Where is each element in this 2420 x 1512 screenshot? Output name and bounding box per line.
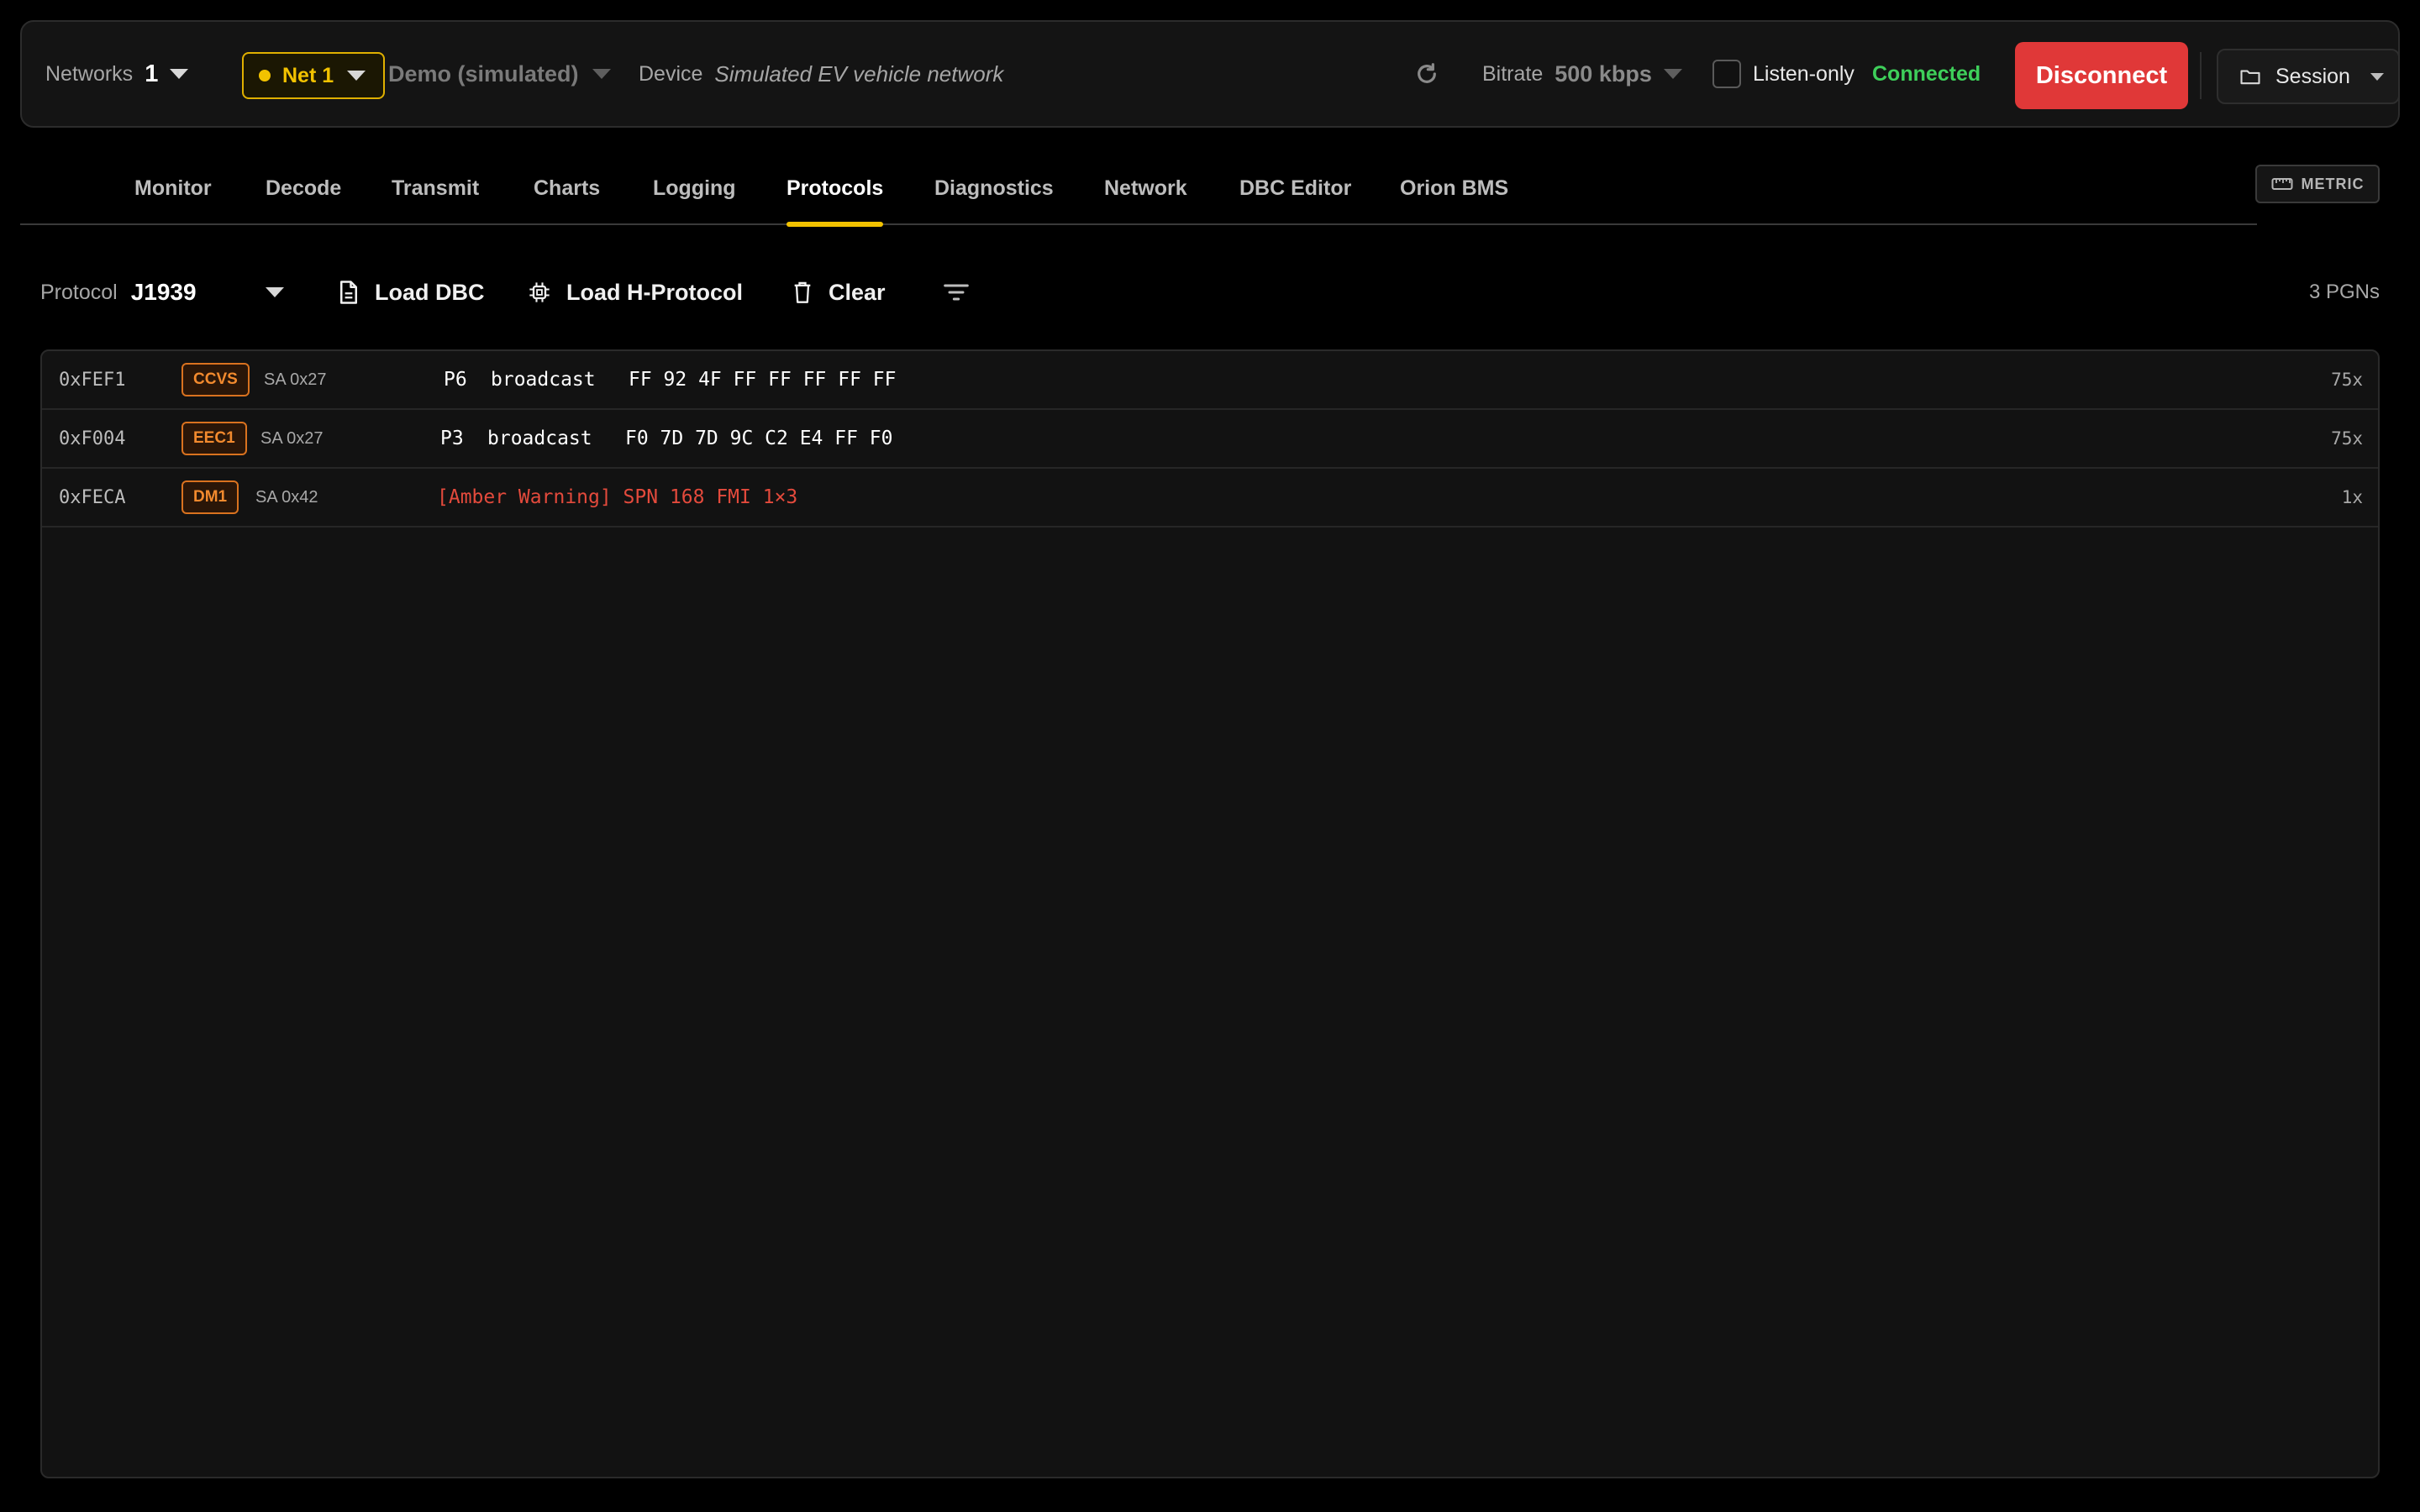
chevron-down-icon xyxy=(170,69,189,79)
unit-toggle-button[interactable]: METRIC xyxy=(2255,165,2380,203)
bitrate-value: 500 kbps xyxy=(1555,60,1652,87)
app-root: Networks 1 Net 1 Demo (simulated) Device… xyxy=(0,0,2420,1512)
pgn-name-badge: EEC1 xyxy=(182,410,247,467)
source-address: SA 0x27 xyxy=(260,428,324,448)
mode-selector[interactable]: Demo (simulated) xyxy=(388,22,611,126)
table-row[interactable]: 0xFEF1 CCVS SA 0x27 P6 broadcast FF 92 4… xyxy=(42,351,2378,410)
trash-icon xyxy=(794,281,811,303)
clear-label: Clear xyxy=(829,279,886,305)
table-row[interactable]: 0xFECA DM1 SA 0x42 [Amber Warning] SPN 1… xyxy=(42,469,2378,528)
pgn-id: 0xF004 xyxy=(59,428,126,449)
connection-toolbar: Networks 1 Net 1 Demo (simulated) Device… xyxy=(20,20,2400,128)
destination: broadcast xyxy=(487,428,592,449)
device-value: Simulated EV vehicle network xyxy=(714,60,1004,87)
connection-status: Connected xyxy=(1872,22,1981,126)
folder-icon xyxy=(2240,70,2260,85)
metric-label: METRIC xyxy=(2301,175,2365,192)
status-text: Connected xyxy=(1872,61,1981,86)
load-dbc-button[interactable]: Load DBC xyxy=(338,269,485,316)
mode-label: Demo (simulated) xyxy=(388,60,579,87)
pgn-count-label: 3 PGNs xyxy=(2308,281,2380,303)
tab-monitor[interactable]: Monitor xyxy=(134,151,212,225)
tab-transmit[interactable]: Transmit xyxy=(392,151,479,225)
main-tabs: Monitor Decode Transmit Charts Logging P… xyxy=(20,151,2257,227)
net-label: Net 1 xyxy=(282,63,334,87)
pgn-name-badge: CCVS xyxy=(182,351,250,408)
protocol-selector[interactable]: Protocol J1939 xyxy=(40,269,284,316)
networks-selector[interactable]: Networks 1 xyxy=(45,22,189,126)
net-selector[interactable]: Net 1 xyxy=(242,52,385,99)
pgn-count: 3 PGNs xyxy=(2269,269,2380,316)
chevron-down-icon xyxy=(265,287,284,297)
session-label: Session xyxy=(2275,64,2350,88)
tab-dbc-editor[interactable]: DBC Editor xyxy=(1239,151,1351,225)
load-hprotocol-button[interactable]: Load H-Protocol xyxy=(528,269,743,316)
tab-charts[interactable]: Charts xyxy=(534,151,600,225)
load-hprotocol-label: Load H-Protocol xyxy=(566,279,743,305)
data-bytes: FF 92 4F FF FF FF FF FF xyxy=(629,369,897,391)
dtc-warning: [Amber Warning] SPN 168 FMI 1×3 xyxy=(437,486,798,508)
pgn-name-label: CCVS xyxy=(182,363,250,396)
disconnect-button[interactable]: Disconnect xyxy=(2015,42,2188,109)
tab-logging[interactable]: Logging xyxy=(653,151,736,225)
tab-diagnostics[interactable]: Diagnostics xyxy=(934,151,1054,225)
chevron-down-icon xyxy=(347,71,366,81)
document-icon xyxy=(340,281,357,304)
message-count: 1x xyxy=(2341,487,2363,507)
filter-icon xyxy=(944,284,969,301)
refresh-button[interactable] xyxy=(1413,22,1440,126)
networks-label: Networks xyxy=(45,61,134,86)
protocol-value: J1939 xyxy=(130,279,197,305)
filter-button[interactable] xyxy=(943,269,970,316)
message-count: 75x xyxy=(2331,428,2363,449)
listen-only-label: Listen-only xyxy=(1753,61,1854,86)
source-address: SA 0x27 xyxy=(264,370,327,389)
chevron-down-icon xyxy=(1663,69,1682,79)
pgn-id: 0xFEF1 xyxy=(59,369,126,391)
tab-network[interactable]: Network xyxy=(1104,151,1187,225)
session-button[interactable]: Session xyxy=(2217,49,2400,104)
tab-orion-bms[interactable]: Orion BMS xyxy=(1400,151,1508,225)
pgn-name-label: DM1 xyxy=(182,480,239,514)
table-row[interactable]: 0xF004 EEC1 SA 0x27 P3 broadcast F0 7D 7… xyxy=(42,410,2378,469)
tab-protocols[interactable]: Protocols xyxy=(786,151,884,227)
load-dbc-label: Load DBC xyxy=(375,279,485,305)
refresh-icon xyxy=(1418,63,1436,83)
message-count: 75x xyxy=(2331,370,2363,390)
pgn-id: 0xFECA xyxy=(59,486,126,508)
device-info: Device Simulated EV vehicle network xyxy=(639,22,1003,126)
bitrate-selector[interactable]: Bitrate 500 kbps xyxy=(1482,22,1682,126)
listen-only-checkbox[interactable] xyxy=(1712,60,1741,88)
priority: P6 xyxy=(444,369,467,391)
toolbar-divider xyxy=(2200,52,2202,99)
clear-button[interactable]: Clear xyxy=(792,269,886,316)
bitrate-label: Bitrate xyxy=(1482,61,1544,86)
networks-count: 1 xyxy=(145,60,159,87)
net-status-dot xyxy=(259,70,271,81)
chip-icon xyxy=(529,282,550,302)
destination: broadcast xyxy=(491,369,596,391)
data-bytes: F0 7D 7D 9C C2 E4 FF F0 xyxy=(625,428,893,449)
source-address: SA 0x42 xyxy=(255,487,318,507)
device-label: Device xyxy=(639,61,703,86)
priority: P3 xyxy=(440,428,464,449)
pgn-table: 0xFEF1 CCVS SA 0x27 P6 broadcast FF 92 4… xyxy=(40,349,2380,1478)
tab-decode[interactable]: Decode xyxy=(266,151,341,225)
chevron-down-icon xyxy=(2370,72,2384,81)
chevron-down-icon xyxy=(592,69,611,79)
protocol-label: Protocol xyxy=(40,280,118,304)
listen-only-toggle[interactable]: Listen-only xyxy=(1712,22,1854,126)
pgn-name-label: EEC1 xyxy=(182,422,247,455)
ruler-icon xyxy=(2271,178,2292,190)
pgn-name-badge: DM1 xyxy=(182,469,239,526)
